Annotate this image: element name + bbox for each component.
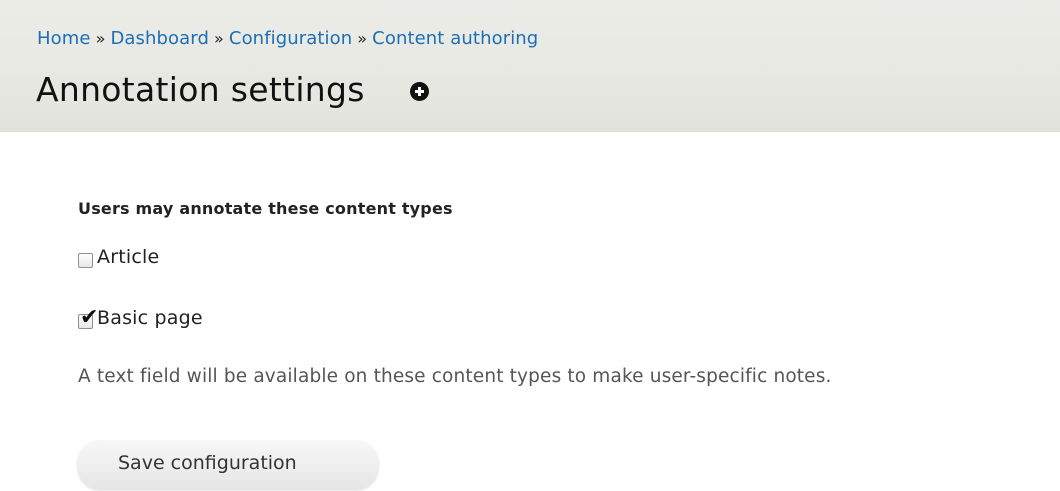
article-checkbox[interactable] xyxy=(78,252,93,268)
breadcrumb-separator: » xyxy=(357,29,368,48)
basic-page-checkbox[interactable]: ✔ xyxy=(78,306,98,329)
content-types-label: Users may annotate these content types xyxy=(78,199,453,218)
breadcrumb-separator: » xyxy=(95,29,106,48)
add-shortcut-icon[interactable] xyxy=(410,82,429,101)
basic-page-checkbox-label: Basic page xyxy=(97,307,203,329)
breadcrumb-separator: » xyxy=(214,29,224,48)
breadcrumb: Home» Dashboard» Configuration» Content aut… xyxy=(37,28,538,49)
checkmark-icon: ✔ xyxy=(80,304,99,330)
breadcrumb-configuration-link[interactable]: Configuration xyxy=(229,28,352,49)
breadcrumb-home-link[interactable]: Home xyxy=(37,28,91,49)
checkbox-article[interactable]: Article xyxy=(78,246,159,268)
field-description: A text field will be available on these … xyxy=(78,366,832,387)
breadcrumb-content-authoring-link[interactable]: Content authoring xyxy=(372,28,538,49)
article-checkbox-label: Article xyxy=(97,246,160,268)
breadcrumb-dashboard-link[interactable]: Dashboard xyxy=(110,28,209,49)
page-header: Home» Dashboard» Configuration» Content aut… xyxy=(0,0,1060,132)
checkbox-basic-page[interactable]: ✔ Basic page xyxy=(78,306,203,329)
save-configuration-button[interactable]: Save configuration xyxy=(78,441,378,489)
page: Home» Dashboard» Configuration» Content aut… xyxy=(0,0,1060,491)
page-title: Annotation settings xyxy=(36,70,365,109)
